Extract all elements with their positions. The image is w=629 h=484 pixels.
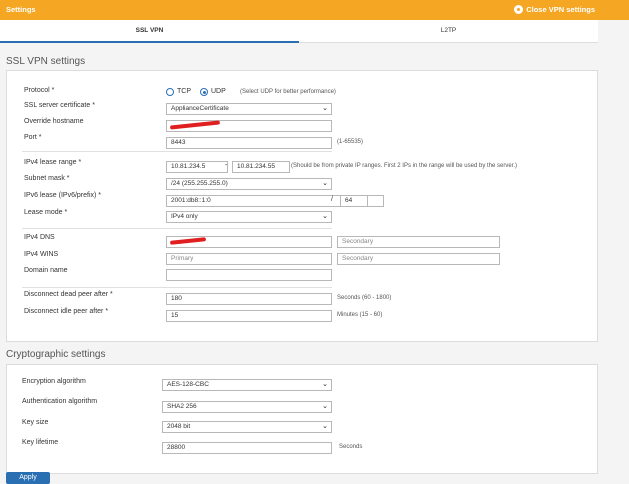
chevron-down-icon: ⌄ [322,180,328,187]
dead-peer-input[interactable]: 180 [166,293,332,305]
close-vpn-settings-button[interactable]: Close VPN settings [514,5,595,14]
lease-mode-value: IPv4 only [171,213,198,220]
tab-bar: SSL VPN L2TP [0,20,598,43]
chevron-down-icon: ⌄ [322,403,328,410]
key-size-label: Key size [22,419,49,426]
ipv4-range-dash: - [225,162,228,169]
key-size-select[interactable]: 2048 bit ⌄ [162,421,332,433]
key-lifetime-hint: Seconds [339,444,363,450]
port-input[interactable]: 8443 [166,137,332,149]
divider [22,151,332,152]
ssl-certificate-select[interactable]: ApplianceCertificate ⌄ [166,103,332,115]
ipv4-range-hint: (Should be from private IP ranges. First… [291,163,517,169]
authentication-select[interactable]: SHA2 256 ⌄ [162,401,332,413]
ipv4-wins-label: IPv4 WINS [24,251,59,258]
domain-name-input[interactable] [166,269,332,281]
ipv4-range-start-input[interactable]: 10.81.234.5 [166,161,228,173]
encryption-select[interactable]: AES-128-CBC ⌄ [162,379,332,391]
dead-peer-label: Disconnect dead peer after * [24,291,113,298]
port-hint: (1-65535) [337,139,364,145]
protocol-hint: (Select UDP for better performance) [240,89,336,95]
tab-l2tp[interactable]: L2TP [299,20,598,41]
subnet-mask-label: Subnet mask * [24,175,70,182]
idle-peer-input[interactable]: 15 [166,310,332,322]
dead-peer-hint: Seconds (60 - 1800) [337,295,392,301]
chevron-down-icon: ⌄ [322,213,328,220]
close-vpn-settings-label: Close VPN settings [526,5,595,14]
settings-header: Settings Close VPN settings [0,0,629,20]
chevron-down-icon: ⌄ [322,423,328,430]
idle-peer-label: Disconnect idle peer after * [24,308,109,315]
encryption-label: Encryption algorithm [22,378,86,385]
divider [22,287,332,288]
header-title: Settings [6,5,36,14]
protocol-tcp-label: TCP [177,88,191,95]
protocol-tcp-radio[interactable] [166,88,174,96]
ipv6-prefix-input[interactable]: 64 [340,195,368,207]
crypto-section-title: Cryptographic settings [6,349,106,360]
port-label: Port * [24,134,42,141]
chevron-down-icon: ⌄ [322,381,328,388]
authentication-label: Authentication algorithm [22,398,98,405]
domain-name-label: Domain name [24,267,68,274]
override-hostname-label: Override hostname [24,118,84,125]
ssl-certificate-value: ApplianceCertificate [171,105,229,112]
protocol-label: Protocol * [24,87,55,94]
ipv4-range-end-input[interactable]: 10.81.234.55 [232,161,290,173]
lease-mode-label: Lease mode * [24,209,68,216]
ipv4-wins-secondary-input[interactable]: Secondary [337,253,500,265]
ipv4-lease-range-label: IPv4 lease range * [24,159,82,166]
authentication-value: SHA2 256 [167,403,197,410]
ipv6-slash: / [331,196,333,203]
divider [22,228,332,229]
ipv6-lease-label: IPv6 lease (IPv6/prefix) * [24,192,102,199]
ipv4-dns-label: IPv4 DNS [24,234,55,241]
apply-button[interactable]: Apply [6,472,50,484]
ipv4-wins-primary-input[interactable]: Primary [166,253,332,265]
tab-ssl-vpn[interactable]: SSL VPN [0,20,299,43]
key-size-value: 2048 bit [167,423,191,430]
ssl-certificate-label: SSL server certificate * [24,102,95,109]
protocol-udp-label: UDP [211,88,226,95]
subnet-mask-select[interactable]: /24 (255.255.255.0) ⌄ [166,178,332,190]
idle-peer-hint: Minutes (15 - 60) [337,312,383,318]
subnet-mask-value: /24 (255.255.255.0) [171,180,228,187]
key-lifetime-input[interactable]: 28800 [162,442,332,454]
chevron-down-icon: ⌄ [322,105,328,112]
encryption-value: AES-128-CBC [167,381,209,388]
lease-mode-select[interactable]: IPv4 only ⌄ [166,211,332,223]
gear-icon [514,5,524,14]
ssl-vpn-section-title: SSL VPN settings [6,56,86,67]
key-lifetime-label: Key lifetime [22,439,59,446]
protocol-udp-radio[interactable] [200,88,208,96]
ipv4-dns-secondary-input[interactable]: Secondary [337,236,500,248]
